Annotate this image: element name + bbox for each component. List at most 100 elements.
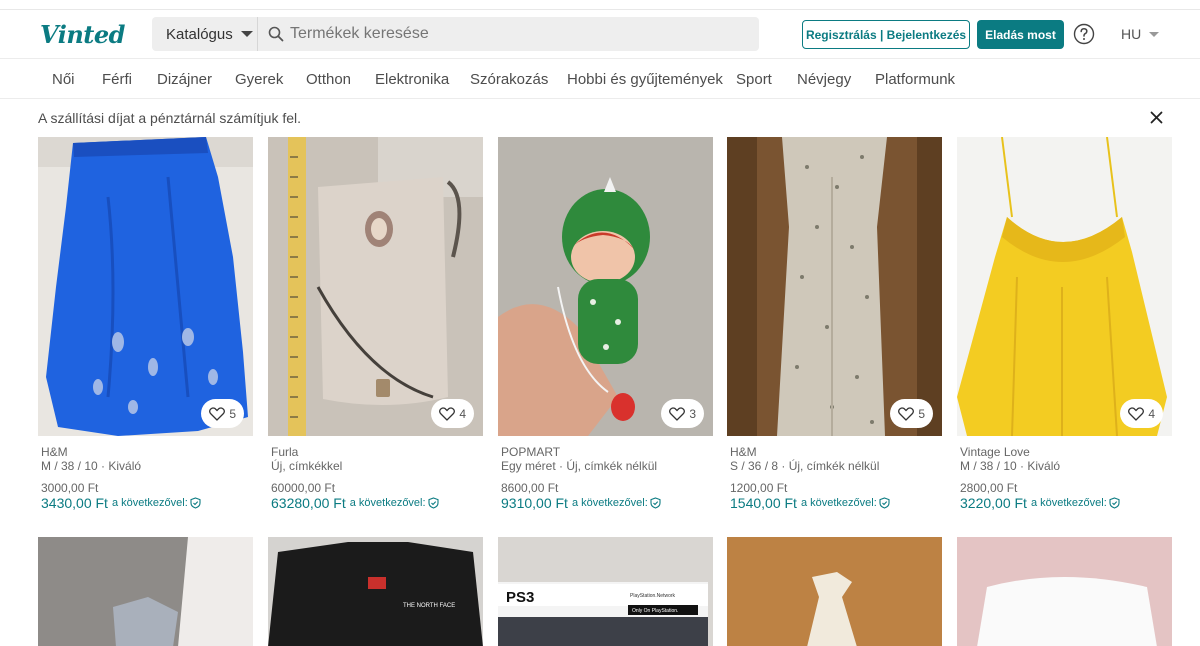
nav-item-elektronika[interactable]: Elektronika bbox=[375, 71, 449, 88]
favourite-button[interactable]: 5 bbox=[890, 399, 933, 428]
language-selector[interactable]: HU bbox=[1121, 26, 1160, 42]
close-icon[interactable] bbox=[1150, 111, 1163, 124]
furla-bag-image bbox=[268, 137, 483, 436]
product-brand[interactable]: POPMART bbox=[501, 445, 560, 459]
product-image[interactable] bbox=[727, 537, 942, 646]
product-brand[interactable]: Furla bbox=[271, 445, 298, 459]
nav-item-hobbi[interactable]: Hobbi és gyűjtemények bbox=[567, 71, 723, 88]
favourite-count: 5 bbox=[918, 406, 925, 421]
shipping-notice: A szállítási díjat a pénztárnál számítju… bbox=[38, 110, 302, 126]
catalog-label: Katalógus bbox=[166, 25, 233, 43]
nav-item-dizajner[interactable]: Dizájner bbox=[157, 71, 212, 88]
favourite-button[interactable]: 3 bbox=[661, 399, 704, 428]
nav-item-platformunk[interactable]: Platformunk bbox=[875, 71, 955, 88]
only-on-playstation-label: Only On PlayStation. bbox=[632, 608, 678, 614]
product-price: 3000,00 Ft bbox=[41, 481, 99, 495]
product-details: Új, címkékkel bbox=[271, 459, 343, 473]
total-price-value: 3220,00 Ft bbox=[960, 495, 1027, 511]
product-price: 8600,00 Ft bbox=[501, 481, 559, 495]
shield-icon bbox=[1109, 497, 1120, 509]
nav-item-szorakozas[interactable]: Szórakozás bbox=[470, 71, 548, 88]
favourite-count: 4 bbox=[459, 406, 466, 421]
shield-icon bbox=[879, 497, 890, 509]
chevron-down-icon bbox=[1149, 31, 1160, 37]
total-price-value: 1540,00 Ft bbox=[730, 495, 797, 511]
favourite-count: 3 bbox=[689, 406, 696, 421]
product-brand[interactable]: H&M bbox=[730, 445, 757, 459]
product-details: Egy méret · Új, címkék nélkül bbox=[501, 459, 658, 473]
total-price-value: 63280,00 Ft bbox=[271, 495, 346, 511]
shield-icon bbox=[190, 497, 201, 509]
product-details: M / 38 / 10 · Kiváló bbox=[41, 459, 142, 473]
buyer-protection-label: a következővel: bbox=[111, 497, 188, 509]
language-label: HU bbox=[1121, 26, 1142, 42]
favourite-button[interactable]: 4 bbox=[1120, 399, 1163, 428]
header: Vinted Katalógus Regisztrálás | Bejelent… bbox=[0, 10, 1200, 58]
buyer-protection-label: a következővel: bbox=[571, 497, 648, 509]
heart-icon bbox=[1128, 406, 1145, 421]
ps3-logo: PS3 bbox=[506, 589, 534, 606]
buyer-protection-label: a következővel: bbox=[1030, 497, 1107, 509]
heart-icon bbox=[209, 406, 226, 421]
product-total-price[interactable]: 1540,00 Ft a következővel: bbox=[730, 495, 890, 511]
shield-icon bbox=[650, 497, 661, 509]
heart-icon bbox=[898, 406, 915, 421]
floral-dress-image bbox=[727, 137, 942, 436]
product-price: 1200,00 Ft bbox=[730, 481, 788, 495]
nav-item-nevjegy[interactable]: Névjegy bbox=[797, 71, 851, 88]
product-image[interactable]: THE NORTH FACE bbox=[268, 537, 483, 646]
catalog-dropdown[interactable]: Katalógus bbox=[152, 17, 258, 51]
white-dress-image bbox=[727, 537, 942, 646]
search-icon bbox=[268, 26, 284, 42]
yellow-top-image bbox=[957, 137, 1172, 436]
total-price-value: 9310,00 Ft bbox=[501, 495, 568, 511]
popmart-figure-image bbox=[498, 137, 713, 436]
vinted-logo[interactable]: Vinted bbox=[40, 20, 125, 49]
favourite-count: 5 bbox=[229, 406, 236, 421]
product-brand[interactable]: H&M bbox=[41, 445, 68, 459]
product-brand[interactable]: Vintage Love bbox=[960, 445, 1030, 459]
buyer-protection-label: a következővel: bbox=[800, 497, 877, 509]
heart-icon bbox=[439, 406, 456, 421]
product-total-price[interactable]: 9310,00 Ft a következővel: bbox=[501, 495, 661, 511]
product-image[interactable]: 4 bbox=[268, 137, 483, 436]
register-login-button[interactable]: Regisztrálás | Bejelentkezés bbox=[802, 20, 970, 49]
blue-skirt-image bbox=[38, 137, 253, 436]
product-image[interactable]: 5 bbox=[38, 137, 253, 436]
nav-item-noi[interactable]: Női bbox=[52, 71, 75, 88]
north-face-label: THE NORTH FACE bbox=[403, 603, 455, 609]
grey-top-image bbox=[38, 537, 253, 646]
product-image[interactable]: PS3 PlayStation.Network Only On PlayStat… bbox=[498, 537, 713, 646]
ps3-game-image: PS3 PlayStation.Network Only On PlayStat… bbox=[498, 537, 713, 646]
sell-now-button[interactable]: Eladás most bbox=[977, 20, 1064, 49]
top-border bbox=[0, 0, 1200, 10]
chevron-down-icon bbox=[240, 31, 253, 37]
product-price: 60000,00 Ft bbox=[271, 481, 336, 495]
product-image[interactable]: 4 bbox=[957, 137, 1172, 436]
north-face-tshirt-image: THE NORTH FACE bbox=[268, 537, 483, 646]
white-shorts-image bbox=[957, 537, 1172, 646]
nav-item-otthon[interactable]: Otthon bbox=[306, 71, 351, 88]
shield-icon bbox=[428, 497, 439, 509]
product-details: M / 38 / 10 · Kiváló bbox=[960, 459, 1061, 473]
product-total-price[interactable]: 3220,00 Ft a következővel: bbox=[960, 495, 1120, 511]
favourite-button[interactable]: 4 bbox=[431, 399, 474, 428]
product-price: 2800,00 Ft bbox=[960, 481, 1018, 495]
favourite-button[interactable]: 5 bbox=[201, 399, 244, 428]
product-image[interactable]: 5 bbox=[727, 137, 942, 436]
product-total-price[interactable]: 63280,00 Ft a következővel: bbox=[271, 495, 439, 511]
nav-item-ferfi[interactable]: Férfi bbox=[102, 71, 132, 88]
help-icon[interactable] bbox=[1073, 23, 1095, 45]
product-image[interactable]: 3 bbox=[498, 137, 713, 436]
product-image[interactable] bbox=[38, 537, 253, 646]
search-bar: Katalógus bbox=[152, 17, 759, 51]
search-input[interactable] bbox=[290, 17, 750, 51]
favourite-count: 4 bbox=[1148, 406, 1155, 421]
product-details: S / 36 / 8 · Új, címkék nélkül bbox=[730, 459, 880, 473]
category-nav: Női Férfi Dizájner Gyerek Otthon Elektro… bbox=[0, 58, 1200, 99]
product-image[interactable] bbox=[957, 537, 1172, 646]
nav-item-sport[interactable]: Sport bbox=[736, 71, 772, 88]
buyer-protection-label: a következővel: bbox=[349, 497, 426, 509]
product-total-price[interactable]: 3430,00 Ft a következővel: bbox=[41, 495, 201, 511]
nav-item-gyerek[interactable]: Gyerek bbox=[235, 71, 283, 88]
